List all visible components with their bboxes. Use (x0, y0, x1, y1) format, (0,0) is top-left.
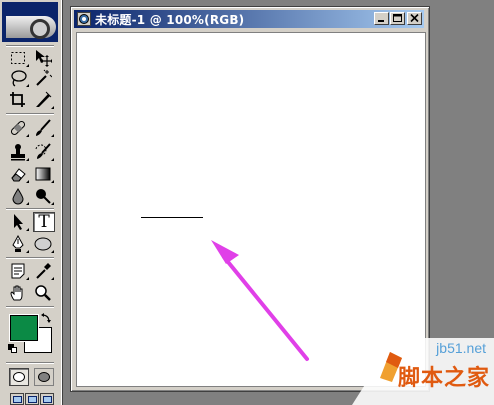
default-colors-icon[interactable] (8, 344, 18, 354)
eyedropper-icon (36, 263, 51, 279)
rectangular-marquee-tool[interactable] (7, 48, 29, 68)
full-screen-mode-button[interactable] (40, 393, 54, 405)
magnifier-icon (35, 285, 51, 301)
notes-tool[interactable] (7, 261, 29, 281)
slice-icon (36, 91, 52, 107)
gradient-icon (35, 167, 51, 181)
type-tool[interactable]: T (33, 212, 55, 232)
clone-stamp-tool[interactable] (7, 142, 29, 162)
quick-mask-mode-button[interactable] (34, 368, 54, 386)
ellipse-shape-tool[interactable] (32, 234, 54, 254)
swap-colors-icon[interactable] (40, 312, 52, 324)
standard-screen-mode-button[interactable] (10, 393, 24, 405)
photoshop-document-icon (77, 12, 91, 26)
move-tool[interactable] (32, 48, 54, 68)
document-canvas[interactable] (76, 32, 426, 387)
crop-icon (10, 92, 25, 107)
quick-mask-icon (38, 372, 50, 382)
crop-tool[interactable] (7, 90, 29, 110)
history-brush-tool[interactable] (32, 142, 54, 162)
brush-icon (36, 119, 51, 136)
brush-tool[interactable] (32, 118, 54, 138)
document-title: 未标题-1 @ 100%(RGB) (95, 12, 245, 27)
note-icon (11, 263, 25, 279)
maximize-button[interactable] (390, 12, 405, 25)
path-selection-tool[interactable] (7, 212, 29, 232)
minimize-button[interactable] (374, 12, 389, 25)
ellipse-icon (34, 237, 52, 251)
close-button[interactable] (407, 12, 422, 25)
document-window: 未标题-1 @ 100%(RGB) (70, 6, 430, 392)
water-drop-icon (12, 188, 24, 205)
dodge-icon (36, 189, 51, 204)
pen-tool[interactable] (7, 234, 29, 254)
pen-icon (12, 235, 24, 252)
watermark-site-name: 脚本之家 (397, 366, 490, 391)
magic-wand-tool[interactable] (32, 68, 54, 88)
toolbox-panel: T (0, 0, 63, 405)
move-icon (36, 50, 52, 67)
stamp-icon (11, 144, 25, 161)
drawn-horizontal-line (141, 217, 203, 218)
magic-wand-icon (36, 69, 52, 86)
history-brush-icon (35, 143, 51, 159)
eraser-icon (11, 168, 26, 182)
slice-tool[interactable] (32, 90, 54, 110)
eyedropper-tool[interactable] (32, 261, 54, 281)
toolbox-divider (6, 113, 54, 115)
healing-brush-tool[interactable] (7, 118, 29, 138)
toolbox-divider (6, 306, 54, 308)
toolbox-divider (6, 362, 54, 364)
eraser-tool[interactable] (7, 164, 29, 184)
toolbox-divider (6, 45, 54, 47)
pointer-arrow-annotation (211, 240, 309, 361)
close-icon (410, 14, 419, 23)
marquee-icon (11, 52, 25, 64)
document-title-bar[interactable]: 未标题-1 @ 100%(RGB) (74, 10, 424, 28)
lasso-icon (11, 70, 27, 87)
watermark-url: jb51.net (436, 340, 486, 356)
full-screen-menu-mode-button[interactable] (25, 393, 39, 405)
hand-tool[interactable] (7, 283, 29, 303)
toolbox-divider (6, 208, 54, 210)
arrow-cursor-icon (14, 214, 23, 230)
foreground-color-swatch[interactable] (10, 315, 38, 341)
zoom-tool[interactable] (32, 283, 54, 303)
lasso-tool[interactable] (7, 68, 29, 88)
minimize-icon (378, 20, 384, 22)
toolbox-divider (6, 257, 54, 259)
hand-icon (10, 285, 23, 301)
blur-tool[interactable] (7, 186, 29, 206)
standard-mode-icon (13, 372, 25, 382)
dodge-tool[interactable] (32, 186, 54, 206)
gradient-tool[interactable] (32, 164, 54, 184)
bandage-icon (10, 120, 26, 136)
standard-mode-button[interactable] (9, 368, 29, 386)
maximize-icon (393, 14, 402, 22)
eye-logo-icon (6, 16, 56, 39)
type-tool-label: T (38, 211, 50, 232)
photoshop-logo[interactable] (2, 2, 58, 42)
